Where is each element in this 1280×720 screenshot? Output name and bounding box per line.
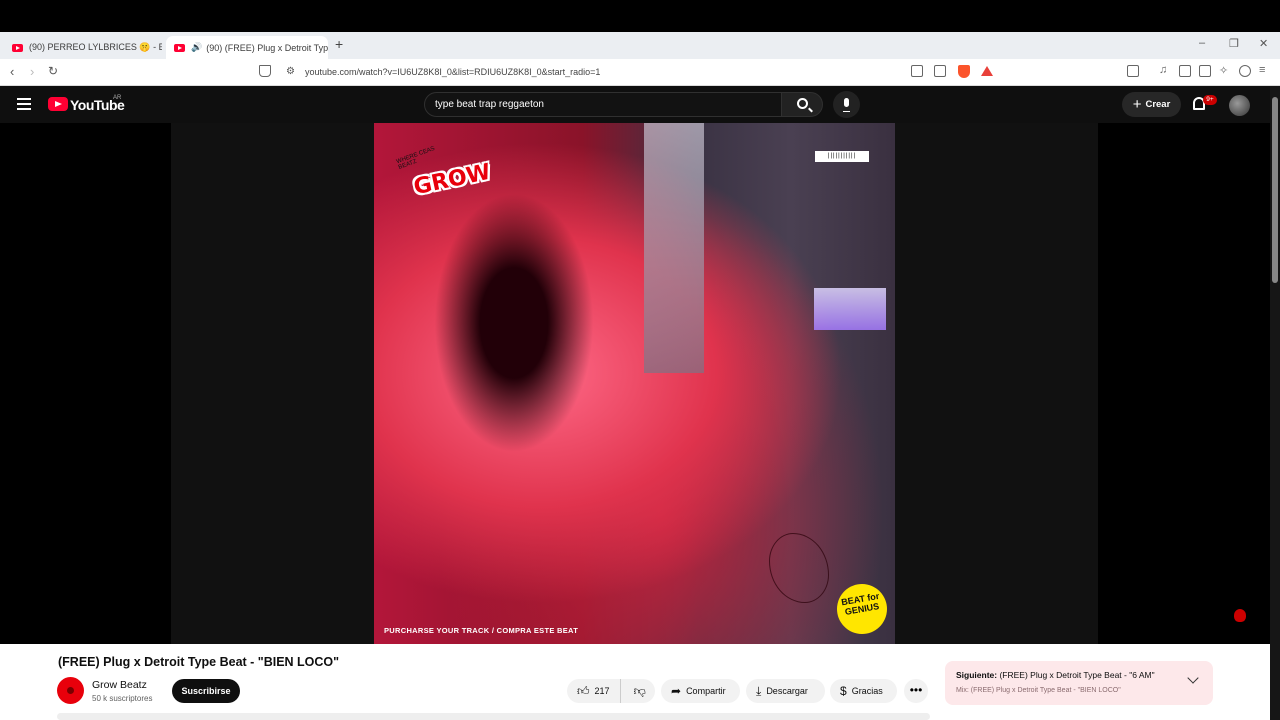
share-label: Compartir: [686, 686, 726, 696]
tab-perreo[interactable]: (90) PERREO LYLBRICES 🤫 - Brunoo...: [4, 36, 162, 59]
purchase-overlay-text: PURCHARSE YOUR TRACK / COMPRA ESTE BEAT: [384, 626, 579, 635]
video-details: (FREE) Plug x Detroit Type Beat - "BIEN …: [0, 644, 1280, 720]
butterfly-tattoo: [769, 533, 829, 603]
wallet-icon[interactable]: [1199, 65, 1211, 77]
menu-icon[interactable]: ≡: [1259, 64, 1271, 76]
sidebar-icon[interactable]: [1179, 65, 1191, 77]
download-label: Descargar: [766, 686, 808, 696]
share-icon: ➦: [671, 684, 682, 698]
bookmark-icon[interactable]: [259, 65, 271, 77]
video-player[interactable]: ||||||||||| WHERE CEAS BEATZ GROW PURCHA…: [0, 123, 1280, 644]
tab-label: (90) (FREE) Plug x Detroit Typ: [206, 42, 328, 53]
up-next-panel[interactable]: Siguiente: (FREE) Plug x Detroit Type Be…: [945, 661, 1213, 705]
grow-logo-caption: WHERE CEAS BEATZ: [395, 145, 436, 171]
like-count: 217: [594, 686, 610, 696]
thanks-label: Gracias: [851, 686, 883, 696]
like-button[interactable]: 👍︎ 217: [567, 679, 621, 703]
download-button[interactable]: ⤓ Descargar: [746, 679, 825, 703]
share-page-icon[interactable]: [934, 65, 946, 77]
subscriber-count: 50 k suscriptores: [92, 694, 153, 703]
speaker-icon[interactable]: 🔊: [191, 42, 202, 53]
download-icon: ⤓: [756, 683, 762, 698]
music-icon[interactable]: ♫: [1159, 64, 1171, 76]
forward-icon[interactable]: ›: [30, 64, 34, 79]
search-icon: [797, 98, 808, 109]
subscribe-button[interactable]: Suscribirse: [172, 679, 240, 703]
tab-current-video[interactable]: 🔊 (90) (FREE) Plug x Detroit Typ ✕: [166, 36, 328, 59]
notification-badge: 9+: [1203, 95, 1217, 105]
video-title: (FREE) Plug x Detroit Type Beat - "BIEN …: [58, 655, 340, 669]
youtube-favicon-icon: [174, 43, 185, 52]
background-monitor: [814, 288, 886, 330]
leo-ai-icon[interactable]: ✧: [1219, 64, 1231, 77]
channel-avatar[interactable]: [57, 677, 84, 704]
minimize-button[interactable]: –: [1199, 37, 1205, 49]
create-label: Crear: [1145, 99, 1171, 110]
up-next-title: Siguiente: (FREE) Plug x Detroit Type Be…: [956, 670, 1155, 680]
youtube-logo-icon[interactable]: [48, 97, 68, 111]
thanks-button[interactable]: $ Gracias: [830, 679, 897, 703]
chevron-down-icon[interactable]: [1187, 672, 1199, 684]
screen-top-bar: [0, 0, 1280, 32]
site-info-icon[interactable]: ⚙: [286, 66, 295, 77]
tab-strip: (90) PERREO LYLBRICES 🤫 - Brunoo... 🔊 (9…: [0, 32, 1280, 59]
close-window-button[interactable]: ✕: [1259, 37, 1268, 50]
plus-icon: +: [1132, 96, 1142, 113]
youtube-favicon-icon: [12, 43, 23, 52]
video-frame[interactable]: ||||||||||| WHERE CEAS BEATZ GROW PURCHA…: [374, 123, 895, 644]
video-subject: [434, 193, 594, 453]
thanks-icon: $: [840, 684, 847, 698]
dislike-button[interactable]: 👎︎: [626, 684, 654, 699]
vpn-shield-icon[interactable]: [1239, 65, 1251, 77]
description-box-edge: [57, 713, 930, 720]
up-next-video: (FREE) Plug x Detroit Type Beat - "6 AM": [999, 670, 1155, 680]
voice-search-icon[interactable]: [833, 91, 860, 118]
background-door: [644, 123, 704, 373]
extension-icon[interactable]: [1234, 609, 1246, 622]
search-input[interactable]: type beat trap reggaeton: [424, 92, 782, 117]
up-next-mix: Mix: (FREE) Plug x Detroit Type Beat - "…: [956, 687, 1121, 694]
new-tab-button[interactable]: +: [335, 36, 343, 52]
brave-shield-icon[interactable]: [958, 65, 970, 78]
search-value: type beat trap reggaeton: [435, 99, 544, 110]
scrollbar-thumb[interactable]: [1272, 97, 1278, 283]
url-field[interactable]: youtube.com/watch?v=IU6UZ8K8I_0&list=RDI…: [305, 67, 600, 77]
translate-icon[interactable]: [1127, 65, 1139, 77]
create-button[interactable]: + Crear: [1122, 92, 1181, 117]
channel-name[interactable]: Grow Beatz: [92, 679, 147, 691]
hamburger-menu-icon[interactable]: [17, 98, 31, 110]
tab-label: (90) PERREO LYLBRICES 🤫 - Brunoo...: [29, 42, 162, 52]
youtube-header: YouTube AR type beat trap reggaeton + Cre…: [0, 86, 1280, 123]
up-next-prefix: Siguiente:: [956, 670, 998, 680]
rewards-triangle-icon[interactable]: [981, 66, 993, 76]
cast-icon[interactable]: [911, 65, 923, 77]
back-icon[interactable]: ‹: [10, 64, 14, 79]
share-button[interactable]: ➦ Compartir: [661, 679, 740, 703]
like-dislike-group: 👍︎ 217 👎︎: [567, 679, 655, 703]
user-avatar[interactable]: [1229, 95, 1250, 116]
thumbs-down-icon: 👎︎: [633, 683, 646, 698]
barcode-tag: |||||||||||: [815, 151, 869, 162]
reload-icon[interactable]: ↻: [48, 64, 58, 78]
country-code: AR: [113, 95, 122, 101]
thumbs-up-icon: 👍︎: [577, 683, 590, 698]
restore-button[interactable]: ❐: [1229, 37, 1239, 50]
address-bar: ‹ › ↻ ⚙ youtube.com/watch?v=IU6UZ8K8I_0&…: [0, 59, 1280, 86]
search-button[interactable]: [781, 92, 823, 117]
more-actions-button[interactable]: •••: [904, 679, 928, 703]
beat-for-genius-badge: BEAT for GENIUS: [833, 580, 891, 638]
